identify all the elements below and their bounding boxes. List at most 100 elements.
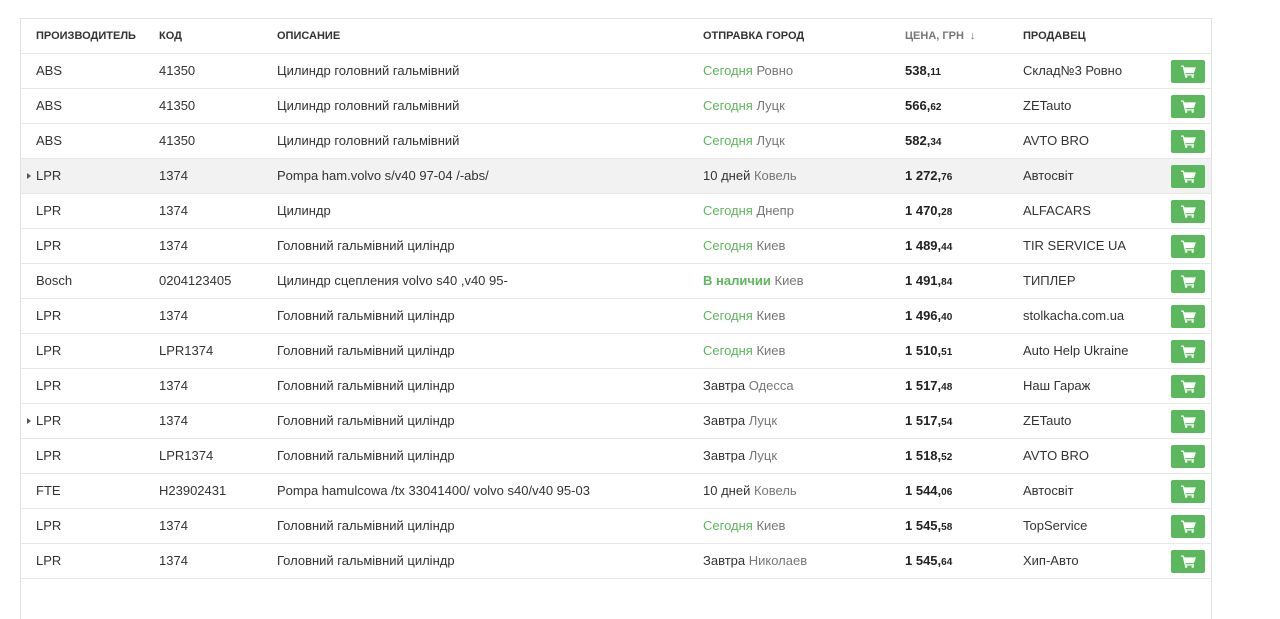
code-cell: LPR1374 [159, 343, 214, 358]
cart-cell [1171, 404, 1205, 438]
add-to-cart-button[interactable] [1171, 60, 1205, 83]
seller-cell: ZETauto [1023, 413, 1072, 428]
seller-cell: AVTO BRO [1023, 133, 1089, 148]
code-cell: LPR1374 [159, 448, 214, 463]
header-description[interactable]: ОПИСАНИЕ [277, 19, 697, 53]
code-cell: 0204123405 [159, 273, 232, 288]
maker-cell: FTE [36, 483, 61, 498]
shipping-city: Ковель [753, 483, 797, 498]
add-to-cart-button[interactable] [1171, 480, 1205, 503]
add-to-cart-button[interactable] [1171, 200, 1205, 223]
seller-cell: AVTO BRO [1023, 448, 1089, 463]
caret-right-icon[interactable] [27, 418, 31, 424]
maker-cell: LPR [36, 203, 62, 218]
cart-cell [1171, 439, 1205, 473]
header-maker[interactable]: ПРОИЗВОДИТЕЛЬ [36, 19, 156, 53]
cart-cell [1171, 229, 1205, 263]
code-cell: 1374 [159, 238, 188, 253]
table-row[interactable]: LPR 1374 Pompa ham.volvo s/v40 97-04 /-abs… [21, 159, 1211, 194]
price-main: 1 545, [905, 518, 942, 533]
shopping-cart-icon [1180, 485, 1196, 498]
table-row[interactable]: LPR 1374 Головний гальмівний циліндр Сегодн… [21, 299, 1211, 334]
shipping-cell: Сегодня Днепр [703, 194, 893, 228]
price-cell: 566,62 [905, 89, 1015, 123]
shopping-cart-icon [1180, 135, 1196, 148]
price-cell: 582,34 [905, 124, 1015, 158]
shipping-city: Киев [756, 518, 786, 533]
add-to-cart-button[interactable] [1171, 410, 1205, 433]
header-seller[interactable]: ПРОДАВЕЦ [1023, 19, 1173, 53]
seller-cell: TopService [1023, 518, 1088, 533]
shipping-city: Ровно [756, 63, 794, 78]
table-row[interactable]: ABS 41350 Цилиндр головний гальмівний Сегод… [21, 89, 1211, 124]
shipping-cell: Сегодня Киев [703, 299, 893, 333]
description-cell: Цилиндр [277, 203, 331, 218]
price-main: 1 517, [905, 378, 942, 393]
price-kopecks: 64 [941, 557, 953, 568]
table-row[interactable]: LPR 1374 Головний гальмівний циліндр Завтра… [21, 404, 1211, 439]
add-to-cart-button[interactable] [1171, 305, 1205, 328]
description-cell: Головний гальмівний циліндр [277, 238, 455, 253]
add-to-cart-button[interactable] [1171, 550, 1205, 573]
table-row[interactable]: LPR 1374 Цилиндр Сегодня Днепр 1 470,28 ALFAC… [21, 194, 1211, 229]
header-code[interactable]: КОД [159, 19, 274, 53]
price-kopecks: 51 [941, 347, 953, 358]
shipping-cell: 10 дней Ковель [703, 474, 893, 508]
maker-cell: LPR [36, 413, 62, 428]
cart-cell [1171, 264, 1205, 298]
table-row[interactable]: LPR 1374 Головний гальмівний циліндр Сегодн… [21, 229, 1211, 264]
add-to-cart-button[interactable] [1171, 235, 1205, 258]
add-to-cart-button[interactable] [1171, 445, 1205, 468]
price-main: 1 470, [905, 203, 942, 218]
shopping-cart-icon [1180, 275, 1196, 288]
description-cell: Цилиндр головний гальмівний [277, 133, 460, 148]
table-row[interactable]: LPR 1374 Головний гальмівний циліндр Сегодн… [21, 509, 1211, 544]
maker-cell: ABS [36, 98, 63, 113]
shipping-cell: Сегодня Киев [703, 509, 893, 543]
price-main: 1 272, [905, 168, 942, 183]
shipping-cell: 10 дней Ковель [703, 159, 893, 193]
shipping-city: Николаев [748, 553, 808, 568]
add-to-cart-button[interactable] [1171, 165, 1205, 188]
shopping-cart-icon [1180, 100, 1196, 113]
table-row[interactable]: LPR LPR1374 Головний гальмівний циліндр Зав… [21, 439, 1211, 474]
add-to-cart-button[interactable] [1171, 95, 1205, 118]
price-kopecks: 58 [941, 522, 953, 533]
cart-cell [1171, 54, 1205, 88]
price-main: 1 517, [905, 413, 942, 428]
add-to-cart-button[interactable] [1171, 340, 1205, 363]
seller-cell: Автосвіт [1023, 168, 1074, 183]
shopping-cart-icon [1180, 345, 1196, 358]
table-row[interactable]: LPR LPR1374 Головний гальмівний циліндр Сег… [21, 334, 1211, 369]
maker-cell: LPR [36, 238, 62, 253]
table-row[interactable]: ABS 41350 Цилиндр головний гальмівний Сегод… [21, 124, 1211, 159]
shopping-cart-icon [1180, 380, 1196, 393]
add-to-cart-button[interactable] [1171, 515, 1205, 538]
add-to-cart-button[interactable] [1171, 130, 1205, 153]
shipping-cell: Сегодня Киев [703, 229, 893, 263]
table-row[interactable]: LPR 1374 Головний гальмівний циліндр Завтра… [21, 544, 1211, 579]
description-cell: Головний гальмівний циліндр [277, 308, 455, 323]
cart-cell [1171, 474, 1205, 508]
table-row[interactable]: LPR 1374 Головний гальмівний циліндр Завтра… [21, 369, 1211, 404]
table-row[interactable]: Bosch 0204123405 Цилиндр сцепления volvo s… [21, 264, 1211, 299]
header-shipping[interactable]: ОТПРАВКА ГОРОД [703, 19, 893, 53]
table-row[interactable]: ABS 41350 Цилиндр головний гальмівний Сегод… [21, 54, 1211, 89]
seller-cell: Auto Help Ukraine [1023, 343, 1129, 358]
code-cell: 1374 [159, 378, 188, 393]
table-row[interactable]: FTE H23902431 Pompa hamulcowa /tx 33041400… [21, 474, 1211, 509]
shipping-city: Киев [756, 343, 786, 358]
cart-cell [1171, 509, 1205, 543]
add-to-cart-button[interactable] [1171, 270, 1205, 293]
caret-right-icon[interactable] [27, 173, 31, 179]
header-price[interactable]: ЦЕНА, ГРН ↓ [905, 19, 1015, 53]
code-cell: 1374 [159, 168, 188, 183]
price-kopecks: 34 [930, 137, 942, 148]
add-to-cart-button[interactable] [1171, 375, 1205, 398]
price-cell: 538,11 [905, 54, 1015, 88]
price-main: 1 489, [905, 238, 942, 253]
price-kopecks: 48 [941, 382, 953, 393]
seller-cell: ZETauto [1023, 98, 1072, 113]
description-cell: Головний гальмівний циліндр [277, 343, 455, 358]
code-cell: 1374 [159, 308, 188, 323]
